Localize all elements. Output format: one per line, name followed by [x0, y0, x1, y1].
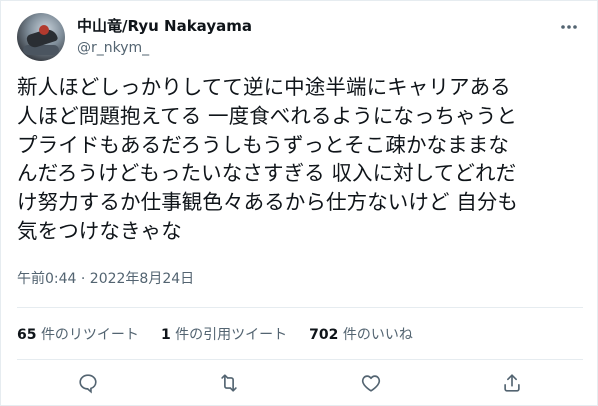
- more-horizontal-icon: [559, 17, 579, 37]
- retweets-label: 件のリツイート: [40, 327, 139, 343]
- quotes-label: 件の引用ツイート: [175, 327, 288, 343]
- tweet-stats: 65 件のリツイート 1 件の引用ツイート 702 件のいいね: [17, 325, 435, 345]
- like-button[interactable]: [354, 366, 388, 400]
- tweet-timestamp[interactable]: 午前0:44 · 2022年8月24日: [17, 269, 194, 289]
- retweet-icon: [218, 372, 240, 394]
- retweet-button[interactable]: [212, 366, 246, 400]
- more-options-button[interactable]: [555, 13, 583, 41]
- tweet-actions: [17, 367, 583, 399]
- reply-icon: [77, 372, 99, 394]
- likes-stat[interactable]: 702 件のいいね: [309, 325, 413, 345]
- like-heart-icon: [360, 372, 382, 394]
- author-display-name[interactable]: 中山竜/Ryu Nakayama: [77, 16, 252, 36]
- tweet-text: 新人ほどしっかりしてて逆に中途半端にキャリアある 人ほど問題抱えてる 一度食べれ…: [17, 75, 519, 243]
- likes-label: 件のいいね: [342, 327, 413, 343]
- retweets-count: 65: [17, 327, 37, 343]
- quotes-stat[interactable]: 1 件の引用ツイート: [161, 325, 287, 345]
- likes-count: 702: [309, 327, 339, 343]
- avatar[interactable]: [17, 13, 65, 61]
- author-names: 中山竜/Ryu Nakayama @r_nkym_: [77, 13, 252, 61]
- quotes-count: 1: [160, 327, 171, 343]
- tweet-header: 中山竜/Ryu Nakayama @r_nkym_: [17, 13, 583, 63]
- author-handle[interactable]: @r_nkym_: [77, 38, 252, 58]
- share-icon: [501, 372, 523, 394]
- share-button[interactable]: [495, 366, 529, 400]
- retweets-stat[interactable]: 65 件のリツイート: [17, 325, 139, 345]
- reply-button[interactable]: [71, 366, 105, 400]
- divider-top: [17, 307, 583, 308]
- divider-bottom: [17, 359, 583, 360]
- tweet-card: 中山竜/Ryu Nakayama @r_nkym_ 新人ほどしっかりしてて逆に中…: [0, 0, 598, 406]
